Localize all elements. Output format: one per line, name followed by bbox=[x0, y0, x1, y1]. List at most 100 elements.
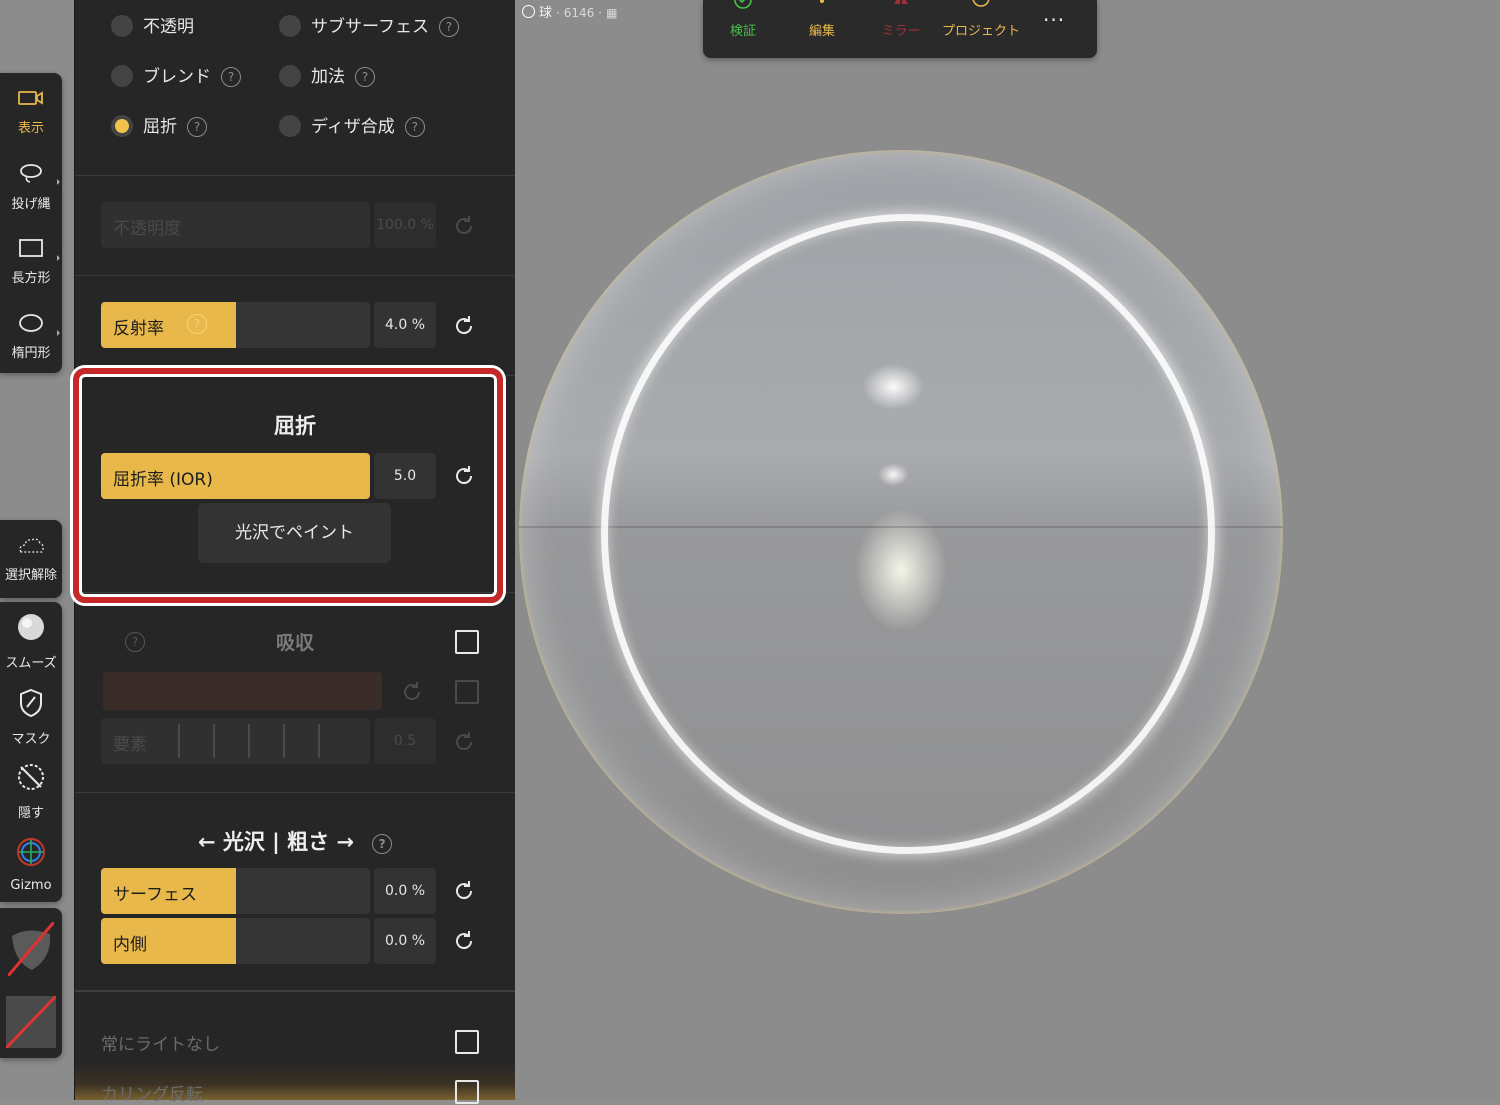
surface-gloss-slider[interactable]: サーフェス bbox=[101, 868, 370, 914]
glass-sphere[interactable] bbox=[519, 150, 1283, 914]
tool-view-label: 表示 bbox=[17, 121, 44, 136]
help-icon[interactable]: ? bbox=[187, 314, 207, 334]
tool-view[interactable]: 表示 bbox=[0, 89, 62, 136]
lasso-icon bbox=[0, 163, 62, 187]
verify-button[interactable]: 検証 bbox=[708, 0, 778, 39]
tool-hide[interactable]: 隠す bbox=[0, 762, 62, 821]
help-icon[interactable]: ? bbox=[404, 117, 425, 137]
mirror-button[interactable]: ミラー bbox=[866, 0, 936, 39]
sphere-object-icon bbox=[522, 5, 535, 18]
tool-rectangle[interactable]: 長方形 bbox=[0, 239, 62, 286]
opacity-label: 不透明度 bbox=[113, 219, 181, 239]
radio-circle bbox=[111, 65, 133, 87]
edit-button[interactable]: 編集 bbox=[787, 0, 857, 39]
absorption-factor-slider[interactable]: 要素 bbox=[101, 718, 370, 764]
reflectance-value[interactable]: 4.0 % bbox=[374, 302, 436, 348]
material-preview-button[interactable] bbox=[6, 921, 56, 977]
object-meta: · 6146 · bbox=[556, 6, 602, 20]
tool-gizmo[interactable]: Gizmo bbox=[0, 836, 62, 893]
absorption-section-title: 吸収 bbox=[275, 632, 314, 654]
radio-dither[interactable]: ディザ合成? bbox=[279, 112, 425, 137]
radio-opaque[interactable]: 不透明 bbox=[111, 12, 194, 37]
tool-hide-label: 隠す bbox=[17, 806, 44, 821]
radio-blend-label: ブレンド bbox=[143, 67, 211, 87]
top-toolbar: 検証 編集 ミラー プロジェクト ... bbox=[703, 0, 1097, 58]
tool-lasso[interactable]: 投げ縄 bbox=[0, 163, 62, 212]
tool-rectangle-label: 長方形 bbox=[11, 271, 51, 286]
submenu-arrow bbox=[57, 255, 60, 261]
divider bbox=[75, 175, 515, 176]
inner-gloss-reset-icon[interactable] bbox=[452, 929, 476, 953]
tool-deselect-label: 選択解除 bbox=[4, 568, 57, 583]
surface-gloss-reset-icon[interactable] bbox=[452, 879, 476, 903]
help-icon[interactable]: ? bbox=[355, 67, 375, 87]
hide-icon bbox=[0, 762, 62, 796]
tool-lasso-label: 投げ縄 bbox=[11, 197, 51, 212]
reflectance-label: 反射率 bbox=[113, 319, 164, 339]
tool-smooth-label: スムーズ bbox=[5, 656, 57, 671]
tool-gizmo-label: Gizmo bbox=[10, 878, 52, 893]
tool-ellipse[interactable]: 楕円形 bbox=[0, 314, 62, 361]
mirror-icon bbox=[866, 0, 936, 16]
opacity-reset-icon[interactable] bbox=[452, 214, 476, 238]
submenu-arrow bbox=[57, 330, 60, 336]
absorption-factor-label: 要素 bbox=[113, 735, 147, 755]
tool-deselect[interactable]: 選択解除 bbox=[0, 536, 62, 583]
more-menu-button[interactable]: ... bbox=[1043, 2, 1065, 26]
radio-additive-label: 加法 bbox=[311, 67, 345, 87]
divider bbox=[75, 990, 515, 992]
radio-circle bbox=[279, 15, 301, 37]
selection-tool-rail: 表示 投げ縄 長方形 楕円形 bbox=[0, 73, 62, 373]
opacity-slider[interactable]: 不透明度 bbox=[101, 202, 370, 248]
rectangle-icon bbox=[0, 239, 62, 261]
tool-mask-label: マスク bbox=[11, 732, 51, 747]
submenu-arrow bbox=[57, 179, 60, 185]
brush-tool-rail: スムーズ マスク 隠す Gizmo bbox=[0, 602, 62, 902]
divider bbox=[75, 275, 515, 276]
absorption-color-checkbox[interactable] bbox=[455, 680, 479, 704]
flip-culling-checkbox[interactable] bbox=[455, 1080, 479, 1104]
absorption-color-swatch[interactable] bbox=[103, 672, 382, 710]
radio-circle-selected bbox=[111, 115, 133, 137]
tool-smooth[interactable]: スムーズ bbox=[0, 612, 62, 671]
absorption-factor-reset-icon[interactable] bbox=[452, 730, 476, 754]
material-rail bbox=[0, 908, 62, 1058]
radio-circle bbox=[279, 65, 301, 87]
help-icon[interactable]: ? bbox=[438, 17, 459, 37]
absorption-color-reset-icon[interactable] bbox=[400, 680, 424, 704]
texture-preview-button[interactable] bbox=[4, 994, 58, 1050]
verify-label: 検証 bbox=[729, 24, 756, 39]
help-icon[interactable]: ? bbox=[187, 117, 207, 137]
radio-refraction[interactable]: 屈折? bbox=[111, 112, 207, 137]
always-unlit-label: 常にライトなし bbox=[101, 1035, 220, 1055]
radio-subsurface-label: サブサーフェス bbox=[311, 17, 429, 37]
absorption-factor-value[interactable]: 0.5 bbox=[374, 718, 436, 764]
inner-gloss-slider[interactable]: 内側 bbox=[101, 918, 370, 964]
always-unlit-checkbox[interactable] bbox=[455, 1030, 479, 1054]
gizmo-icon bbox=[0, 836, 62, 872]
help-icon[interactable]: ? bbox=[372, 834, 393, 854]
radio-circle bbox=[111, 15, 133, 37]
mask-icon bbox=[0, 688, 62, 722]
radio-blend[interactable]: ブレンド? bbox=[111, 62, 241, 87]
camera-icon bbox=[0, 89, 62, 111]
tool-mask[interactable]: マスク bbox=[0, 688, 62, 747]
refraction-ring bbox=[601, 214, 1215, 854]
factor-ticks bbox=[145, 724, 345, 758]
project-label: プロジェクト bbox=[941, 24, 1020, 39]
inner-gloss-value[interactable]: 0.0 % bbox=[374, 918, 436, 964]
radio-subsurface[interactable]: サブサーフェス? bbox=[279, 12, 459, 37]
project-button[interactable]: プロジェクト bbox=[941, 0, 1021, 39]
reflectance-reset-icon[interactable] bbox=[452, 314, 476, 338]
help-icon[interactable]: ? bbox=[221, 67, 241, 87]
mirror-label: ミラー bbox=[881, 24, 921, 39]
refraction-highlight-frame bbox=[73, 368, 503, 603]
object-label: 球 · 6146 · ▦ bbox=[522, 2, 617, 21]
gloss-roughness-title: ← 光沢 | 粗さ →? bbox=[75, 826, 515, 856]
surface-gloss-value[interactable]: 0.0 % bbox=[374, 868, 436, 914]
absorption-checkbox[interactable] bbox=[455, 630, 479, 654]
gloss-roughness-label: ← 光沢 | 粗さ → bbox=[197, 830, 355, 854]
radio-additive[interactable]: 加法? bbox=[279, 62, 375, 87]
opacity-value[interactable]: 100.0 % bbox=[374, 202, 436, 248]
reflectance-slider[interactable]: 反射率 ? bbox=[101, 302, 370, 348]
